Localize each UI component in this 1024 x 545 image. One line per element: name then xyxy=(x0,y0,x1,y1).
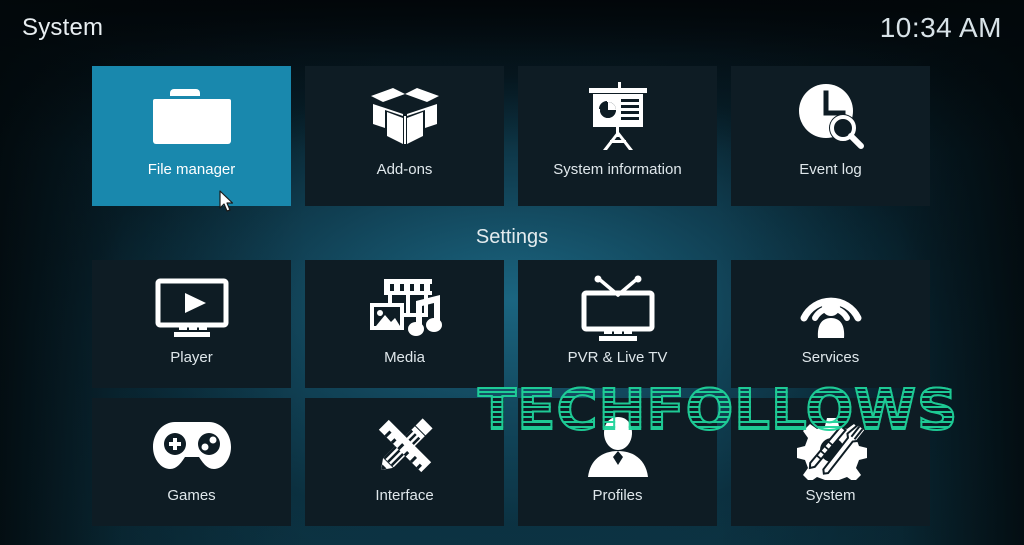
tile-label: Profiles xyxy=(592,487,643,504)
tile-add-ons[interactable]: Add-ons xyxy=(305,66,504,206)
gear-tools-icon xyxy=(794,406,868,486)
film-photo-music-icon xyxy=(364,268,446,348)
broadcast-person-icon xyxy=(795,268,867,348)
settings-section-label: Settings xyxy=(475,226,549,248)
tile-player[interactable]: Player xyxy=(92,260,291,388)
settings-row-2: Games Interface Profiles System xyxy=(92,398,932,526)
tile-games[interactable]: Games xyxy=(92,398,291,526)
tile-label: Media xyxy=(384,349,425,366)
tile-label: PVR & Live TV xyxy=(567,349,668,366)
tile-pvr-live-tv[interactable]: PVR & Live TV xyxy=(518,260,717,388)
tile-media[interactable]: Media xyxy=(305,260,504,388)
tile-profiles[interactable]: Profiles xyxy=(518,398,717,526)
tile-label: Interface xyxy=(375,487,434,504)
page-title: System xyxy=(22,14,104,41)
clock-search-icon xyxy=(793,72,869,160)
tile-file-manager[interactable]: File manager xyxy=(92,66,291,206)
tile-system[interactable]: System xyxy=(731,398,930,526)
tv-antenna-icon xyxy=(577,268,659,348)
open-box-icon xyxy=(365,72,445,160)
tile-label: Add-ons xyxy=(376,161,433,178)
tile-label: Services xyxy=(801,349,860,366)
person-bust-icon xyxy=(585,406,651,486)
top-bar: System 10:34 AM xyxy=(0,0,1024,56)
presentation-board-icon xyxy=(581,72,655,160)
tile-label: System xyxy=(805,487,856,504)
tile-label: File manager xyxy=(147,161,236,178)
top-menu-row: File manager Add-ons System information … xyxy=(92,66,932,206)
tile-interface[interactable]: Interface xyxy=(305,398,504,526)
tile-event-log[interactable]: Event log xyxy=(731,66,930,206)
tile-services[interactable]: Services xyxy=(731,260,930,388)
clock-label: 10:34 AM xyxy=(879,12,1002,43)
folder-icon xyxy=(149,72,235,160)
tile-label: Event log xyxy=(799,161,862,178)
gamepad-icon xyxy=(151,406,233,486)
tile-label: Games xyxy=(167,487,216,504)
tile-label: System information xyxy=(553,161,682,178)
pencil-ruler-icon xyxy=(370,406,440,486)
tile-system-information[interactable]: System information xyxy=(518,66,717,206)
monitor-play-icon xyxy=(152,268,232,348)
settings-row-1: Player Media PVR & Live TV Services xyxy=(92,260,932,388)
tile-label: Player xyxy=(170,349,213,366)
